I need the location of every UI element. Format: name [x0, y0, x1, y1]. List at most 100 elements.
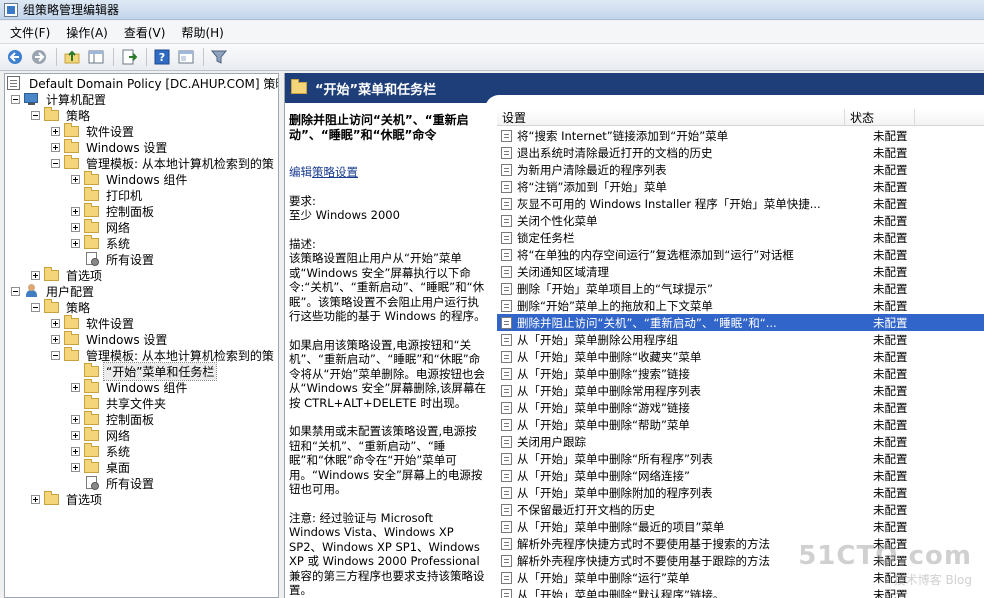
forward-button[interactable] — [28, 46, 50, 68]
tree-item[interactable]: Windows 组件 — [71, 379, 189, 395]
folder-icon — [84, 379, 100, 394]
settings-list[interactable]: 设置 状态 将“搜索 Internet”链接添加到“开始”菜单 未配置 退出系统时清… — [497, 109, 984, 598]
policy-setting-row[interactable]: 从「开始」菜单中删除“网络连接” 未配置 — [497, 467, 984, 484]
tree-item[interactable]: 用户配置 — [11, 283, 96, 299]
properties-button[interactable] — [175, 46, 197, 68]
back-button[interactable] — [4, 46, 26, 68]
tree-item[interactable]: 软件设置 — [51, 315, 136, 331]
tree-item[interactable]: Default Domain Policy [DC.AHUP.COM] 策略 — [7, 75, 278, 91]
expand-icon[interactable] — [71, 174, 80, 184]
policy-setting-row[interactable]: 从「开始」菜单中删除“搜索”链接 未配置 — [497, 365, 984, 382]
expand-icon[interactable] — [71, 382, 80, 392]
policy-setting-row[interactable]: 灰显不可用的 Windows Installer 程序「开始」菜单快捷... 未配… — [497, 195, 984, 212]
menu-action[interactable]: 操作(A) — [58, 22, 116, 43]
tree-item[interactable]: 策略 — [31, 299, 92, 315]
tree-item[interactable]: Windows 组件 — [71, 171, 189, 187]
tree-item[interactable]: 控制面板 — [71, 411, 156, 427]
policy-setting-row[interactable]: 为新用户清除最近的程序列表 未配置 — [497, 161, 984, 178]
tree-item[interactable]: 系统 — [71, 235, 132, 251]
back-arrow-icon — [8, 50, 22, 64]
up-one-level-button[interactable] — [61, 46, 83, 68]
gpo-editor-app-icon — [4, 2, 18, 17]
tree-item[interactable]: 共享文件夹 — [71, 395, 168, 411]
policy-setting-row[interactable]: 将“注销”添加到「开始」菜单 未配置 — [497, 178, 984, 195]
tree-item[interactable]: 网络 — [71, 427, 132, 443]
policy-setting-row[interactable]: 删除“开始”菜单上的拖放和上下文菜单 未配置 — [497, 297, 984, 314]
tree-item[interactable]: 所有设置 — [71, 251, 156, 267]
tree-item[interactable]: 软件设置 — [51, 123, 136, 139]
policy-setting-row[interactable]: 从「开始」菜单中删除“最近的项目”菜单 未配置 — [497, 518, 984, 535]
setting-name: 从「开始」菜单中删除“所有程序”列表 — [517, 451, 713, 466]
tree-item[interactable]: 桌面 — [71, 459, 132, 475]
policy-setting-row[interactable]: 关闭用户跟踪 未配置 — [497, 433, 984, 450]
policy-setting-row[interactable]: 不保留最近打开文档的历史 未配置 — [497, 501, 984, 518]
help-button[interactable]: ? — [151, 46, 173, 68]
expand-icon[interactable] — [31, 270, 40, 280]
tree-item[interactable]: 计算机配置 — [11, 91, 108, 107]
policy-setting-row[interactable]: 从「开始」菜单中删除“所有程序”列表 未配置 — [497, 450, 984, 467]
policy-setting-row[interactable]: 将“在单独的内存空间运行”复选框添加到“运行”对话框 未配置 — [497, 246, 984, 263]
setting-name: 将“注销”添加到「开始」菜单 — [517, 179, 667, 194]
policy-setting-row[interactable]: 删除并阻止访问“关机”、“重新启动”、“睡眠”和“... 未配置 — [497, 314, 984, 331]
tree-item[interactable]: Windows 设置 — [51, 139, 169, 155]
tree-item[interactable]: 系统 — [71, 443, 132, 459]
expand-icon[interactable] — [71, 222, 80, 232]
expand-icon[interactable] — [51, 126, 60, 136]
menu-file[interactable]: 文件(F) — [4, 22, 58, 43]
export-list-button[interactable] — [118, 46, 140, 68]
expand-icon[interactable] — [71, 238, 80, 248]
description-paragraph: 注意: 经过验证与 Microsoft Windows Vista、Window… — [289, 510, 485, 598]
column-header-setting[interactable]: 设置 — [497, 109, 845, 125]
policy-setting-row[interactable]: 从「开始」菜单中删除附加的程序列表 未配置 — [497, 484, 984, 501]
policy-setting-row[interactable]: 关闭个性化菜单 未配置 — [497, 212, 984, 229]
column-header-state[interactable]: 状态 — [845, 109, 915, 125]
tree-item[interactable]: 打印机 — [71, 187, 144, 203]
filter-button[interactable] — [208, 46, 230, 68]
tree-item[interactable]: 首选项 — [31, 491, 104, 507]
collapse-icon[interactable] — [11, 286, 20, 296]
expand-icon[interactable] — [71, 446, 80, 456]
policy-setting-row[interactable]: 从「开始」菜单中删除“收藏夹”菜单 未配置 — [497, 348, 984, 365]
tree-item[interactable]: 策略 — [31, 107, 92, 123]
edit-policy-link[interactable]: 编辑策略设置 — [289, 165, 487, 180]
policy-setting-row[interactable]: 从「开始」菜单中删除常用程序列表 未配置 — [497, 382, 984, 399]
tree-item[interactable]: Windows 设置 — [51, 331, 169, 347]
policy-setting-row[interactable]: 退出系统时清除最近打开的文档的历史 未配置 — [497, 144, 984, 161]
collapse-icon[interactable] — [51, 350, 60, 360]
window-title: 组策略管理编辑器 — [23, 3, 120, 17]
edit-link-text[interactable]: 策略设置 — [312, 165, 358, 179]
expand-icon[interactable] — [71, 430, 80, 440]
expand-icon[interactable] — [51, 318, 60, 328]
expand-icon[interactable] — [71, 462, 80, 472]
menu-view[interactable]: 查看(V) — [116, 22, 174, 43]
tree-item[interactable]: 首选项 — [31, 267, 104, 283]
collapse-icon[interactable] — [31, 110, 40, 120]
tree-item[interactable]: 管理模板: 从本地计算机检索到的策 — [51, 347, 276, 363]
menu-help[interactable]: 帮助(H) — [173, 22, 231, 43]
policy-setting-row[interactable]: 删除「开始」菜单项目上的“气球提示” 未配置 — [497, 280, 984, 297]
collapse-icon[interactable] — [11, 94, 20, 104]
policy-setting-row[interactable]: 关闭通知区域清理 未配置 — [497, 263, 984, 280]
expand-icon[interactable] — [71, 206, 80, 216]
policy-setting-row[interactable]: 从「开始」菜单中删除“游戏”链接 未配置 — [497, 399, 984, 416]
expand-icon[interactable] — [51, 142, 60, 152]
collapse-icon[interactable] — [51, 158, 60, 168]
expand-icon[interactable] — [31, 494, 40, 504]
collapse-icon[interactable] — [31, 302, 40, 312]
expand-icon[interactable] — [51, 334, 60, 344]
tree-item-label: 计算机配置 — [46, 92, 107, 107]
tree-item[interactable]: “开始”菜单和任务栏 — [71, 361, 218, 381]
setting-name: 删除并阻止访问“关机”、“重新启动”、“睡眠”和“... — [517, 315, 777, 330]
policy-setting-row[interactable]: 从「开始」菜单删除公用程序组 未配置 — [497, 331, 984, 348]
tree-item[interactable]: 所有设置 — [71, 475, 156, 491]
expand-icon[interactable] — [71, 414, 80, 424]
tree-item[interactable]: 控制面板 — [71, 203, 156, 219]
tree-item-label: 管理模板: 从本地计算机检索到的策 — [86, 348, 274, 363]
show-hide-tree-button[interactable] — [85, 46, 107, 68]
tree-item[interactable]: 管理模板: 从本地计算机检索到的策 — [51, 155, 276, 171]
policy-setting-row[interactable]: 将“搜索 Internet”链接添加到“开始”菜单 未配置 — [497, 127, 984, 144]
navigation-tree[interactable]: Default Domain Policy [DC.AHUP.COM] 策略 计算… — [4, 73, 279, 598]
policy-setting-row[interactable]: 从「开始」菜单中删除“帮助”菜单 未配置 — [497, 416, 984, 433]
tree-item[interactable]: 网络 — [71, 219, 132, 235]
policy-setting-row[interactable]: 锁定任务栏 未配置 — [497, 229, 984, 246]
